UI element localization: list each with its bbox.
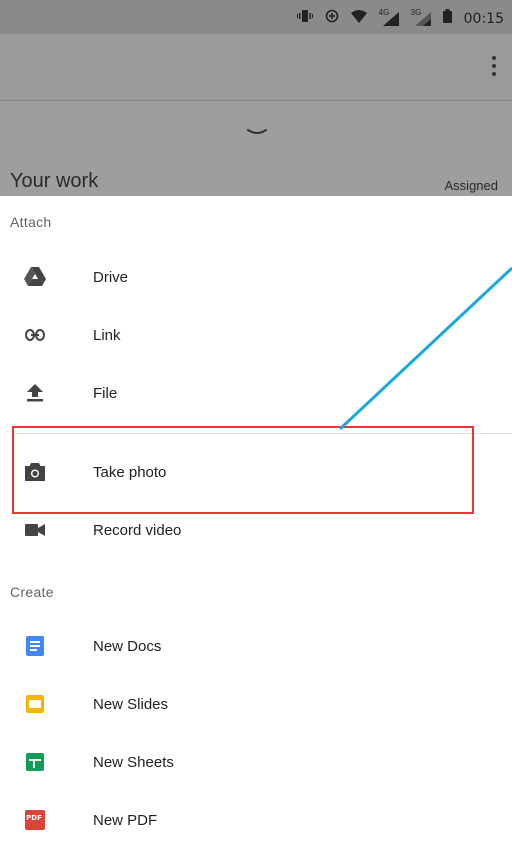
video-camera-icon [24, 519, 46, 541]
network-type-4g: 4G [378, 7, 390, 17]
attach-link-item[interactable]: Link [0, 306, 512, 364]
drive-icon [24, 266, 46, 288]
upload-icon [24, 382, 46, 404]
new-docs-label: New Docs [93, 637, 162, 655]
new-slides-item[interactable]: New Slides [0, 675, 512, 733]
new-sheets-item[interactable]: New Sheets [0, 733, 512, 791]
new-slides-label: New Slides [93, 695, 169, 713]
status-time: 00:15 [463, 10, 504, 27]
page-title: Your work [10, 170, 99, 192]
battery-icon [442, 9, 452, 28]
signal-4g-icon: 4G [379, 8, 399, 26]
attach-file-item[interactable]: File [0, 364, 512, 422]
link-icon [24, 324, 46, 346]
signal-3g-icon: 3G [411, 8, 431, 26]
sheets-icon [24, 751, 46, 773]
data-saver-icon [325, 9, 339, 28]
new-docs-item[interactable]: New Docs [0, 617, 512, 675]
pdf-icon: PDF [24, 809, 46, 831]
more-options-icon[interactable] [490, 56, 498, 80]
new-pdf-item[interactable]: PDF New PDF [0, 791, 512, 849]
attach-section-header: Attach [10, 214, 52, 230]
record-video-label: Record video [93, 521, 182, 539]
attach-drive-label: Drive [93, 268, 129, 286]
wifi-icon [350, 9, 367, 28]
attach-file-label: File [93, 384, 118, 402]
pdf-icon-badge: PDF [26, 814, 42, 822]
vibrate-icon [296, 9, 313, 28]
app-bar [0, 34, 512, 101]
attach-link-label: Link [93, 326, 121, 344]
network-type-3g: 3G [410, 7, 422, 17]
attach-drive-item[interactable]: Drive [0, 248, 512, 306]
new-sheets-label: New Sheets [93, 753, 174, 771]
docs-icon [24, 635, 46, 657]
new-pdf-label: New PDF [93, 811, 158, 829]
create-section-header: Create [10, 584, 54, 600]
status-badge: Assigned [444, 178, 498, 193]
chevron-down-icon[interactable] [246, 124, 268, 142]
slides-icon [24, 693, 46, 715]
status-bar: 4G 3G 00:15 [0, 0, 512, 34]
highlight-box [12, 426, 474, 514]
